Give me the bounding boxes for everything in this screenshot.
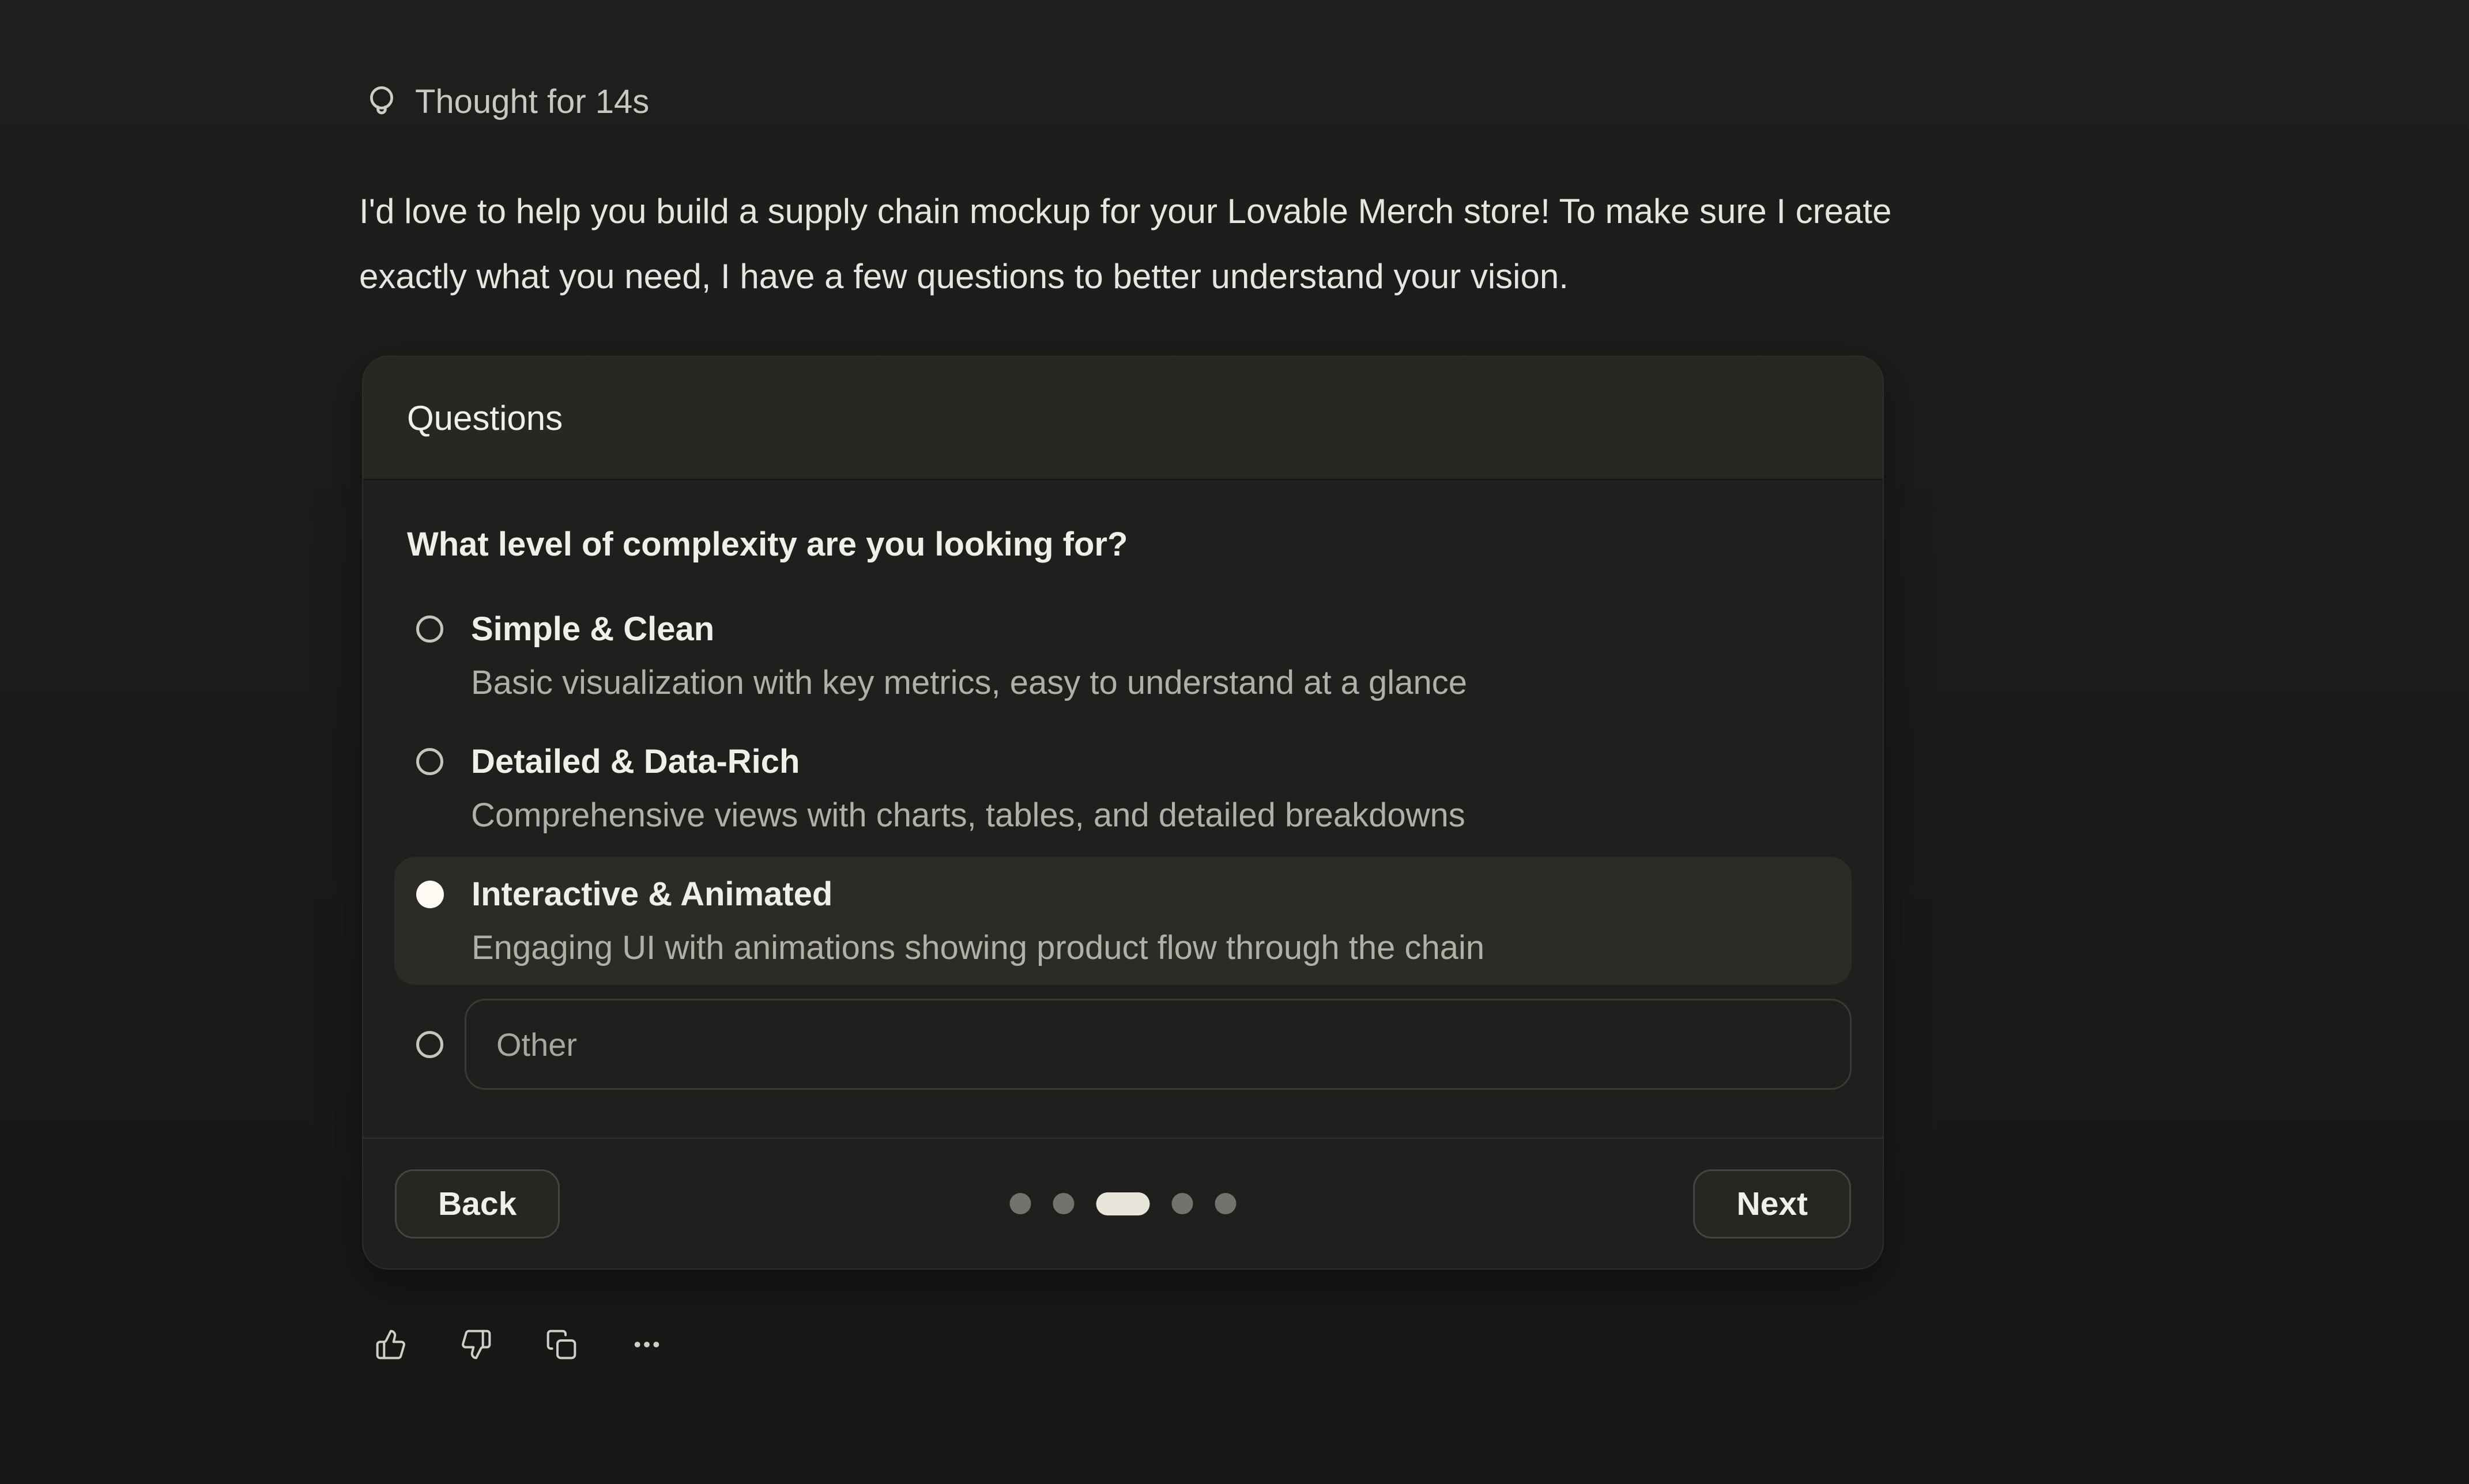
option-title: Interactive & Animated [472, 867, 1484, 921]
pagination-dot [1172, 1193, 1193, 1214]
assistant-message-line: I'd love to help you build a supply chai… [359, 179, 1891, 244]
lightbulb-icon [363, 84, 400, 120]
next-button[interactable]: Next [1693, 1169, 1851, 1238]
copy-icon [545, 1328, 578, 1361]
more-options-button[interactable] [631, 1328, 663, 1361]
pagination-dot [1053, 1193, 1075, 1214]
radio-unselected-icon[interactable] [416, 1031, 443, 1058]
card-body: What level of complexity are you looking… [363, 480, 1883, 1138]
thumbs-down-button[interactable] [460, 1328, 492, 1361]
pagination-dot [1215, 1193, 1237, 1214]
option-other[interactable] [394, 999, 1852, 1090]
option-description: Engaging UI with animations showing prod… [472, 921, 1484, 975]
thumbs-up-icon [375, 1328, 407, 1361]
thought-label: Thought for 14s [415, 82, 649, 121]
question-text: What level of complexity are you looking… [407, 524, 1839, 565]
questions-card: Questions What level of complexity are y… [362, 356, 1884, 1270]
back-button[interactable]: Back [395, 1169, 560, 1238]
card-title: Questions [407, 398, 563, 438]
assistant-message: I'd love to help you build a supply chai… [359, 179, 1891, 309]
pagination-dot-active [1096, 1192, 1150, 1215]
option-title: Simple & Clean [471, 602, 1467, 656]
option-interactive-animated[interactable]: Interactive & Animated Engaging UI with … [394, 857, 1852, 985]
card-header: Questions [363, 357, 1883, 480]
option-description: Basic visualization with key metrics, ea… [471, 656, 1467, 709]
option-title: Detailed & Data-Rich [471, 735, 1465, 788]
option-detailed-data-rich[interactable]: Detailed & Data-Rich Comprehensive views… [394, 724, 1852, 852]
option-simple-clean[interactable]: Simple & Clean Basic visualization with … [394, 592, 1852, 720]
card-footer: Back Next [363, 1138, 1883, 1268]
pagination-dots [1010, 1192, 1237, 1215]
radio-unselected-icon[interactable] [416, 748, 443, 775]
thumbs-up-button[interactable] [375, 1328, 407, 1361]
option-description: Comprehensive views with charts, tables,… [471, 788, 1465, 842]
radio-unselected-icon[interactable] [416, 615, 443, 643]
more-options-icon [631, 1328, 663, 1361]
message-actions [375, 1328, 663, 1361]
copy-button[interactable] [545, 1328, 578, 1361]
assistant-message-line: exactly what you need, I have a few ques… [359, 244, 1891, 309]
pagination-dot [1010, 1193, 1031, 1214]
thought-summary-toggle[interactable]: Thought for 14s [363, 82, 649, 121]
thumbs-down-icon [460, 1328, 492, 1361]
radio-selected-icon[interactable] [416, 881, 444, 908]
other-option-input[interactable] [465, 999, 1852, 1090]
